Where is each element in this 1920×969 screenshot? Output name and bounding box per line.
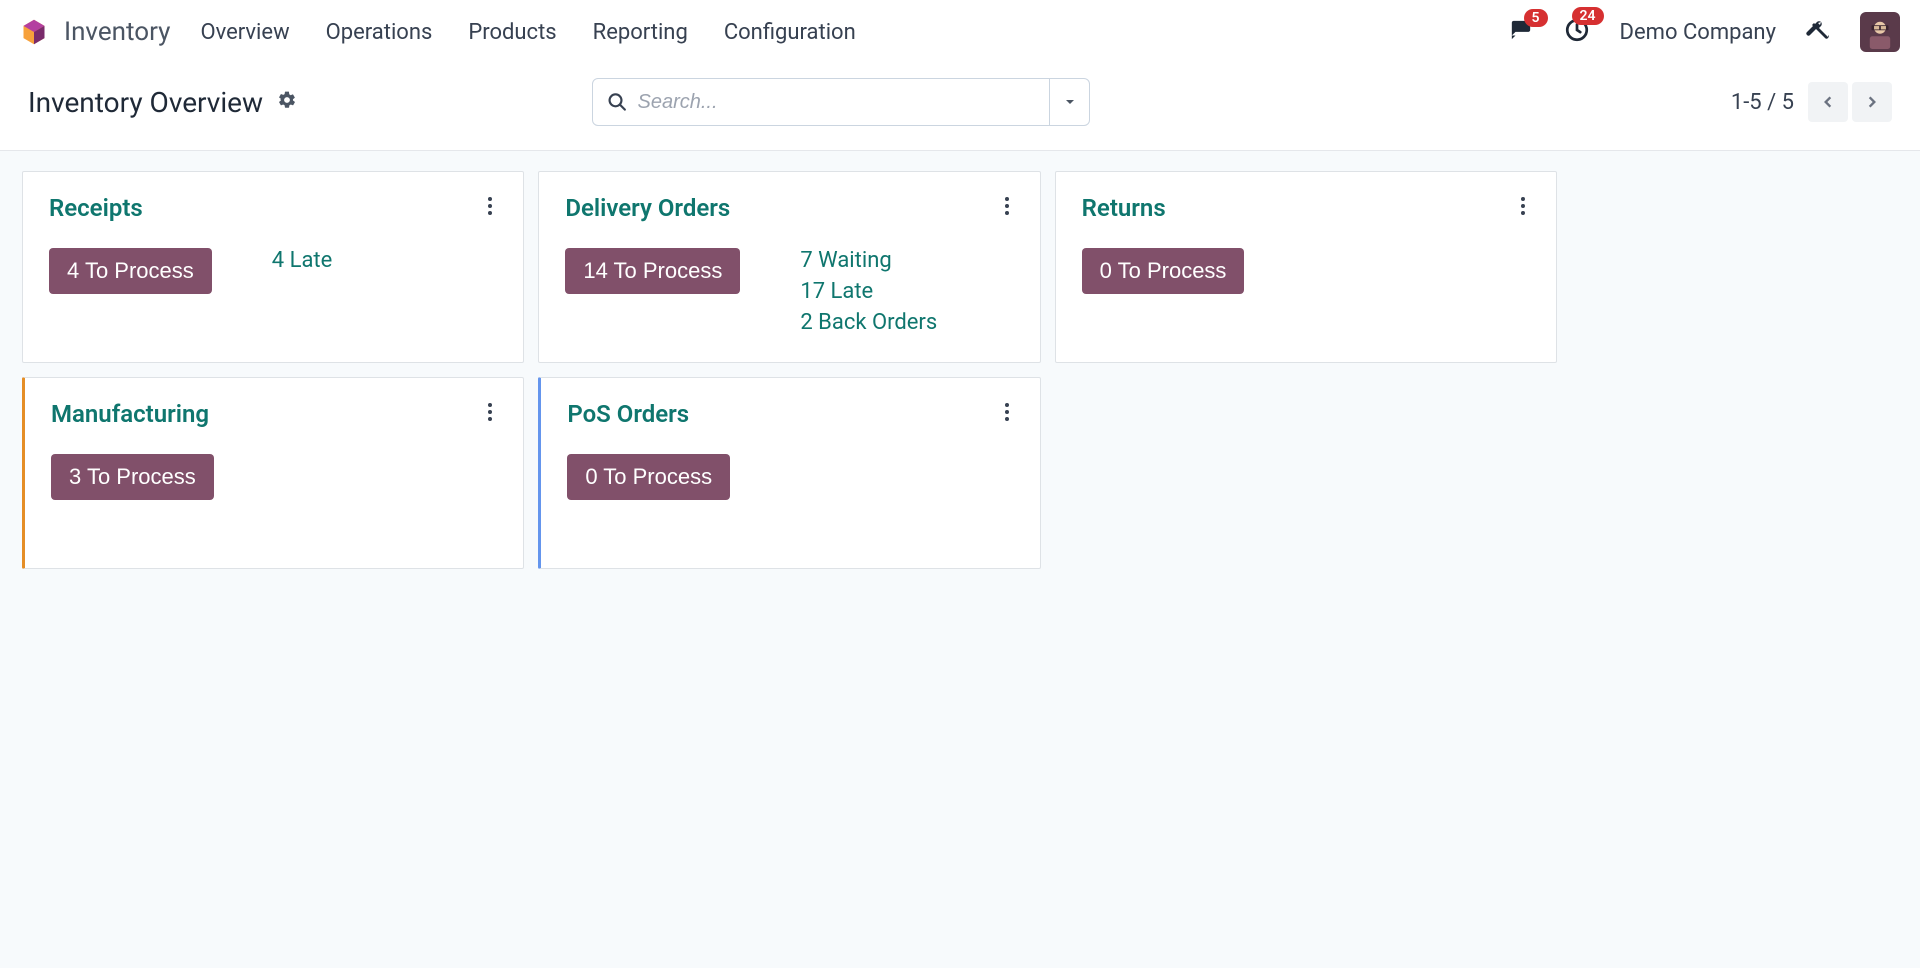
kebab-icon: [487, 196, 493, 216]
stat-link[interactable]: 7 Waiting: [800, 248, 937, 273]
card-menu-button[interactable]: [1000, 194, 1014, 222]
debug-button[interactable]: [1806, 18, 1830, 46]
activities-button[interactable]: 24: [1564, 17, 1590, 47]
process-button[interactable]: 0 To Process: [1082, 248, 1245, 294]
search-wrap: [592, 78, 1090, 126]
pager: 1-5 / 5: [1731, 82, 1892, 122]
nav-products[interactable]: Products: [468, 20, 556, 45]
app-name: Inventory: [64, 17, 170, 47]
process-button[interactable]: 4 To Process: [49, 248, 212, 294]
card-title[interactable]: Returns: [1082, 194, 1166, 222]
app-logo: [20, 18, 48, 46]
stat-link[interactable]: 17 Late: [800, 279, 937, 304]
pager-next-button[interactable]: [1852, 82, 1892, 122]
chevron-right-icon: [1865, 95, 1879, 109]
pager-text: 1-5 / 5: [1731, 90, 1794, 115]
search-box[interactable]: [592, 78, 1050, 126]
kebab-icon: [487, 402, 493, 422]
process-button[interactable]: 0 To Process: [567, 454, 730, 500]
card-title[interactable]: Receipts: [49, 194, 143, 222]
card-menu-button[interactable]: [1516, 194, 1530, 222]
card-menu-button[interactable]: [483, 400, 497, 428]
nav-operations[interactable]: Operations: [326, 20, 433, 45]
process-button[interactable]: 3 To Process: [51, 454, 214, 500]
kebab-icon: [1004, 402, 1010, 422]
card-title[interactable]: Delivery Orders: [565, 194, 730, 222]
messages-button[interactable]: 5: [1508, 19, 1534, 45]
pager-prev-button[interactable]: [1808, 82, 1848, 122]
chevron-left-icon: [1821, 95, 1835, 109]
card-receipts: Receipts 4 To Process 4 Late: [22, 171, 524, 363]
company-selector[interactable]: Demo Company: [1620, 20, 1776, 45]
top-nav-right: 5 24 Demo Company: [1508, 12, 1900, 52]
view-settings-button[interactable]: [277, 90, 297, 114]
card-delivery-orders: Delivery Orders 14 To Process 7 Waiting …: [538, 171, 1040, 363]
kanban-view: Receipts 4 To Process 4 Late Delivery Or…: [0, 151, 1920, 968]
page-title: Inventory Overview: [28, 86, 263, 119]
search-icon: [607, 91, 627, 113]
kebab-icon: [1004, 196, 1010, 216]
card-manufacturing: Manufacturing 3 To Process: [22, 377, 524, 569]
nav-links: Overview Operations Products Reporting C…: [200, 20, 855, 45]
nav-overview[interactable]: Overview: [200, 20, 289, 45]
gear-icon: [277, 90, 297, 110]
caret-down-icon: [1064, 96, 1076, 108]
search-input[interactable]: [637, 91, 1035, 114]
card-title[interactable]: PoS Orders: [567, 400, 689, 428]
search-options-dropdown[interactable]: [1050, 78, 1090, 126]
avatar-icon: [1863, 15, 1897, 49]
activities-badge: 24: [1572, 7, 1604, 25]
messages-badge: 5: [1524, 9, 1548, 27]
card-pos-orders: PoS Orders 0 To Process: [538, 377, 1040, 569]
card-grid: Receipts 4 To Process 4 Late Delivery Or…: [22, 171, 1557, 569]
tools-icon: [1806, 18, 1830, 42]
stat-link[interactable]: 2 Back Orders: [800, 310, 937, 335]
control-panel: Inventory Overview 1-5 / 5: [0, 64, 1920, 151]
nav-configuration[interactable]: Configuration: [724, 20, 856, 45]
process-button[interactable]: 14 To Process: [565, 248, 740, 294]
card-menu-button[interactable]: [483, 194, 497, 222]
stat-link[interactable]: 4 Late: [272, 248, 333, 273]
nav-reporting[interactable]: Reporting: [593, 20, 688, 45]
user-avatar[interactable]: [1860, 12, 1900, 52]
top-nav: Inventory Overview Operations Products R…: [0, 0, 1920, 64]
card-returns: Returns 0 To Process: [1055, 171, 1557, 363]
card-menu-button[interactable]: [1000, 400, 1014, 428]
card-title[interactable]: Manufacturing: [51, 400, 209, 428]
kebab-icon: [1520, 196, 1526, 216]
